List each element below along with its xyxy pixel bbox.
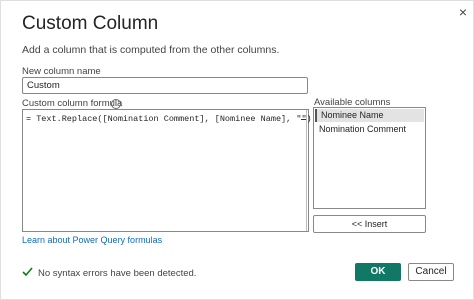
new-column-name-label: New column name: [22, 66, 101, 77]
dialog-description: Add a column that is computed from the o…: [22, 44, 280, 56]
dialog-title: Custom Column: [22, 13, 159, 34]
column-item-nomination-comment[interactable]: Nomination Comment: [315, 123, 424, 136]
close-icon[interactable]: ×: [455, 4, 471, 20]
info-icon[interactable]: i: [111, 99, 121, 109]
formula-text[interactable]: = Text.Replace([Nomination Comment], [No…: [26, 114, 312, 124]
syntax-status: No syntax errors have been detected.: [38, 268, 197, 279]
formula-scrollbar[interactable]: [306, 110, 307, 231]
new-column-name-input[interactable]: [22, 77, 308, 94]
custom-column-formula-label: Custom column formula: [22, 98, 123, 109]
formula-editor[interactable]: = Text.Replace([Nomination Comment], [No…: [22, 109, 312, 232]
insert-button[interactable]: << Insert: [313, 215, 426, 233]
custom-column-dialog: Custom Column × Add a column that is com…: [0, 0, 474, 300]
check-icon: [22, 267, 33, 277]
learn-power-query-link[interactable]: Learn about Power Query formulas: [22, 235, 162, 245]
column-item-nominee-name[interactable]: Nominee Name: [315, 109, 424, 122]
ok-button[interactable]: OK: [355, 263, 401, 281]
cancel-button[interactable]: Cancel: [408, 263, 454, 281]
available-columns-list[interactable]: Nominee Name Nomination Comment: [313, 107, 426, 209]
